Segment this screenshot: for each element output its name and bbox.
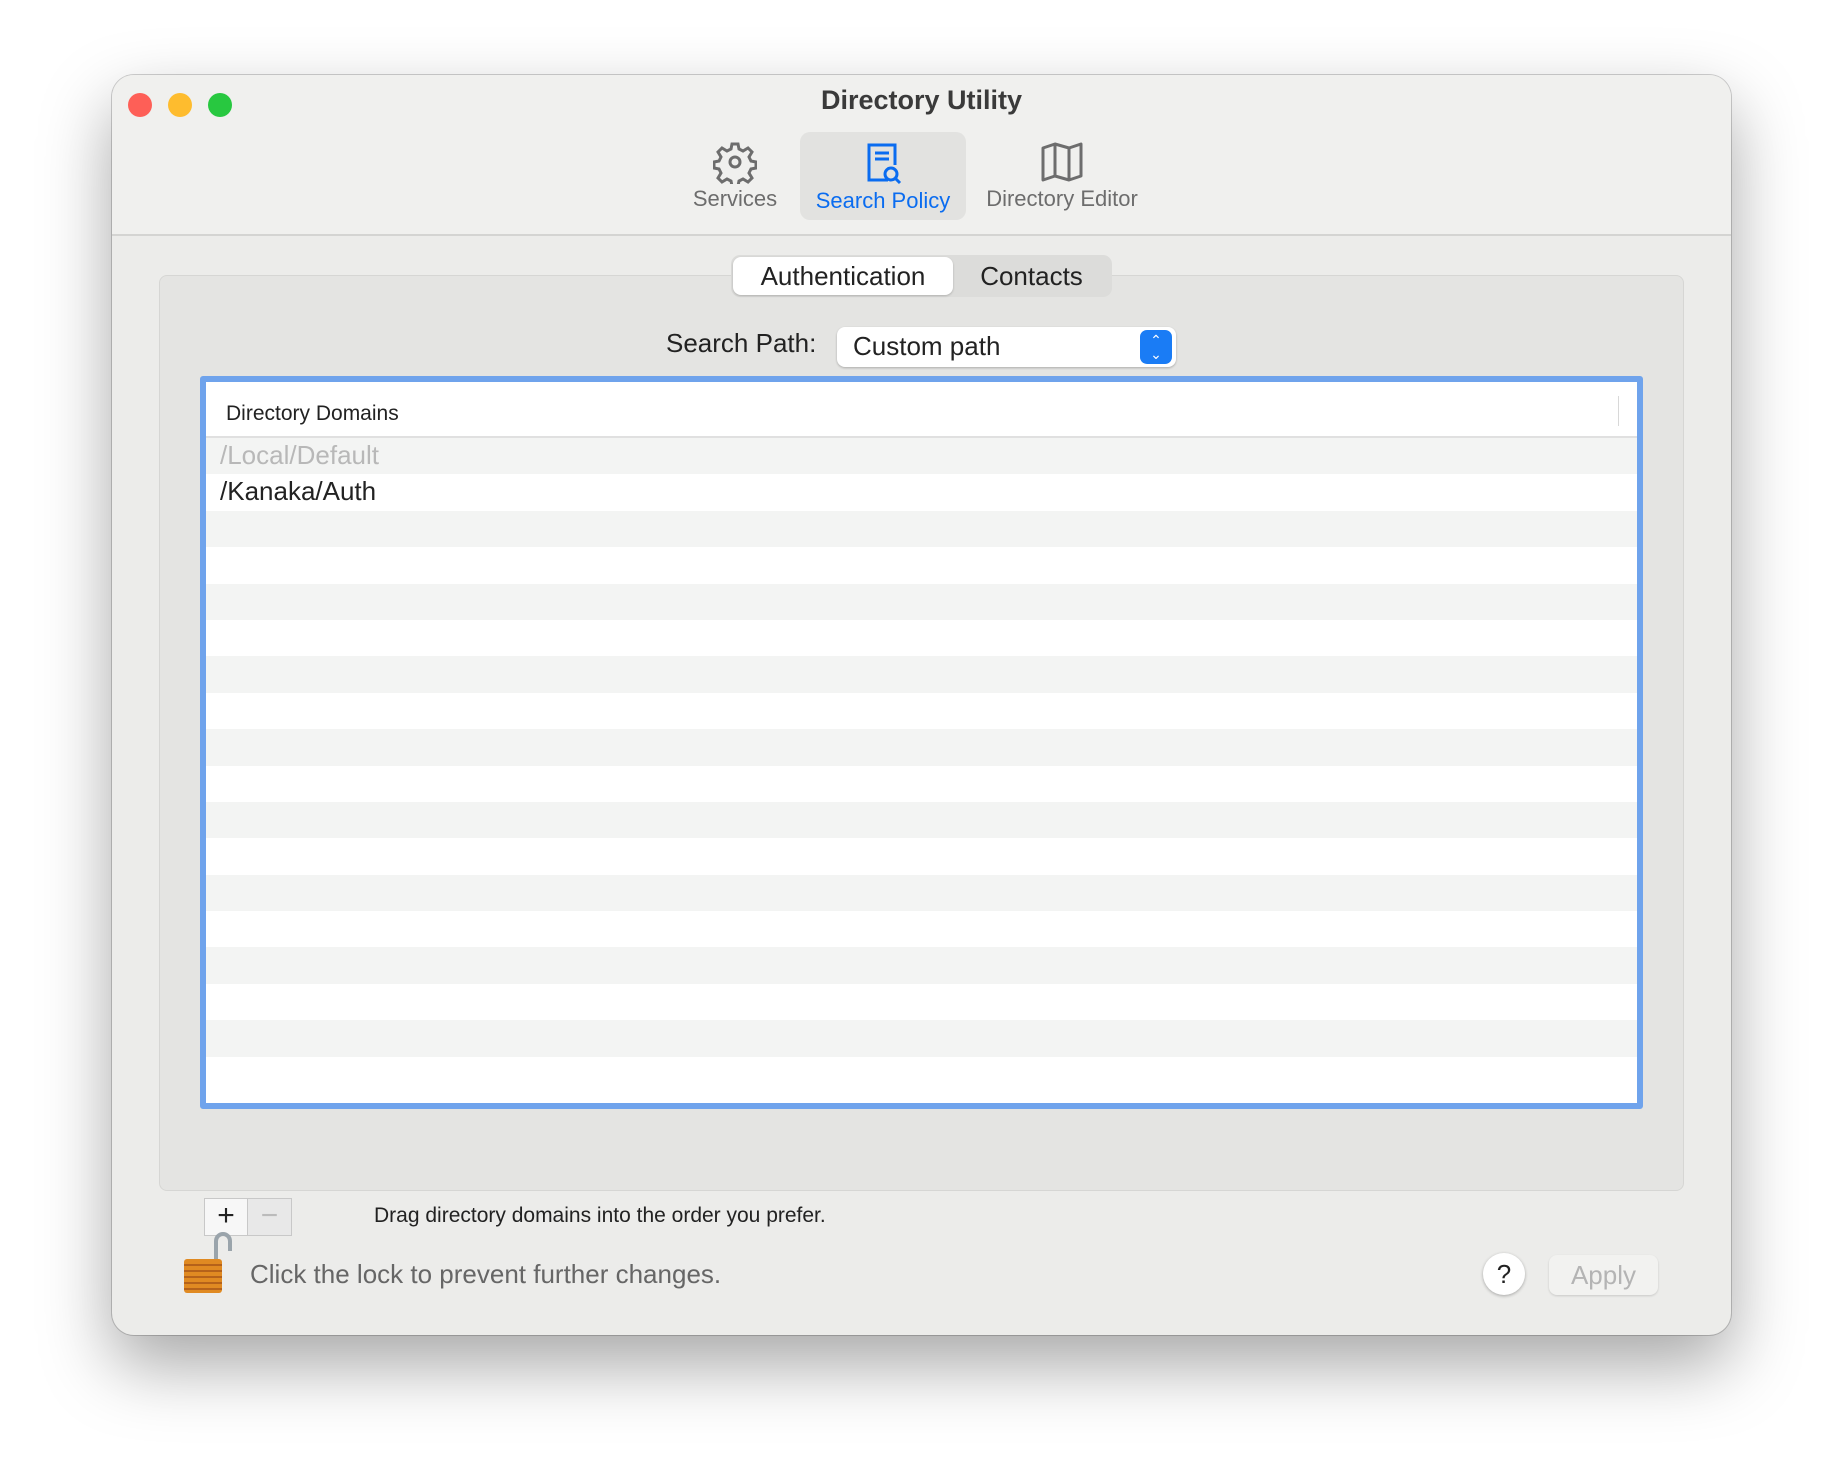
document-search-icon <box>867 143 902 185</box>
tab-authentication[interactable]: Authentication <box>733 257 953 295</box>
directory-domains-table[interactable]: Directory Domains /Local/Default /Kanaka… <box>200 376 1643 1109</box>
search-policy-panel: Authentication Contacts Search Path: Cus… <box>159 255 1684 1236</box>
toolbar-search-policy[interactable]: Search Policy <box>800 132 966 220</box>
help-button[interactable]: ? <box>1483 1253 1525 1295</box>
search-path-popup[interactable]: Custom path ⌃ ⌄ <box>837 327 1176 367</box>
gear-icon <box>713 142 757 184</box>
toolbar-services[interactable]: Services <box>682 132 788 220</box>
table-row[interactable]: /Local/Default <box>206 438 1637 475</box>
window-title: Directory Utility <box>820 85 1023 115</box>
toolbar-services-label: Services <box>692 186 778 211</box>
search-path-label: Search Path: <box>666 328 817 358</box>
directory-utility-window: Directory Utility Services Search Policy… <box>112 75 1731 1335</box>
chevron-up-down-icon: ⌃ ⌄ <box>1140 330 1172 364</box>
column-header-directory-domains[interactable]: Directory Domains <box>206 382 1637 438</box>
toolbar: Directory Utility Services Search Policy… <box>112 75 1731 236</box>
apply-button[interactable]: Apply <box>1549 1255 1658 1295</box>
toolbar-directory-editor[interactable]: Directory Editor <box>978 132 1146 220</box>
remove-domain-button[interactable]: − <box>248 1198 292 1236</box>
table-body: /Local/Default /Kanaka/Auth <box>206 438 1637 1093</box>
lock-message: Click the lock to prevent further change… <box>250 1259 722 1289</box>
map-icon <box>1041 142 1083 182</box>
toolbar-directory-editor-label: Directory Editor <box>986 186 1138 211</box>
search-path-value: Custom path <box>853 331 1001 361</box>
toolbar-search-policy-label: Search Policy <box>815 188 951 213</box>
segmented-tabs: Authentication Contacts <box>731 255 1112 297</box>
lock-icon[interactable] <box>182 1231 232 1300</box>
table-row[interactable]: /Kanaka/Auth <box>206 474 1637 510</box>
tab-contacts[interactable]: Contacts <box>953 257 1110 295</box>
drag-hint: Drag directory domains into the order yo… <box>374 1204 826 1227</box>
